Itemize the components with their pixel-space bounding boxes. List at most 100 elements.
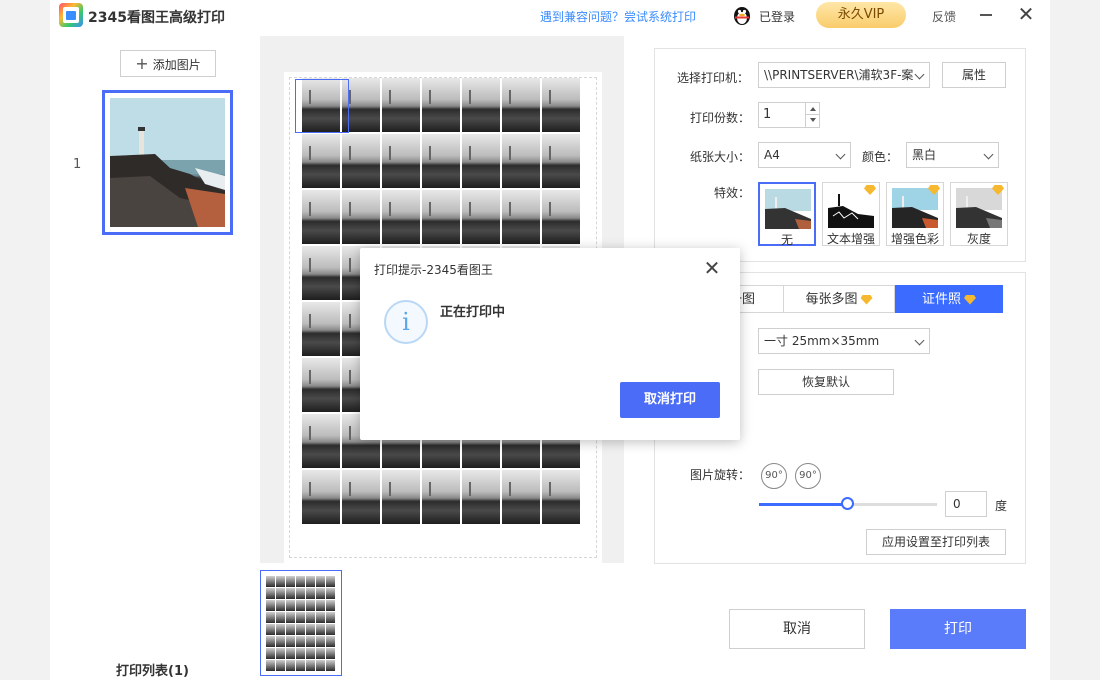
- id-photo-tile: [462, 190, 500, 244]
- rotate-label: 图片旋转：: [690, 468, 751, 482]
- mini-photo-tile: [316, 600, 325, 611]
- rotate-left-icon[interactable]: 90°: [761, 463, 787, 489]
- mini-photo-tile: [276, 648, 285, 659]
- printer-select[interactable]: \\PRINTSERVER\浦软3F-案: [758, 62, 930, 88]
- mini-photo-tile: [326, 576, 335, 587]
- effect-grayscale-label: 灰度: [966, 232, 991, 246]
- color-select[interactable]: 黑白: [906, 142, 999, 168]
- copies-stepper[interactable]: 1: [758, 102, 820, 128]
- effect-preview-gray: [956, 188, 1002, 228]
- mini-photo-tile: [316, 660, 325, 671]
- print-list-item[interactable]: [102, 90, 233, 235]
- mini-photo-tile: [306, 600, 315, 611]
- print-button[interactable]: 打印: [890, 609, 1026, 649]
- slider-handle[interactable]: [841, 497, 854, 510]
- id-photo-tile: [502, 134, 540, 188]
- id-photo-tile: [302, 78, 340, 132]
- restore-default-button[interactable]: 恢复默认: [758, 369, 894, 395]
- id-photo-tile: [302, 358, 340, 412]
- color-label: 颜色：: [862, 150, 899, 164]
- mini-photo-tile: [296, 576, 305, 587]
- id-photo-tile: [342, 470, 380, 524]
- color-value: 黑白: [912, 148, 937, 162]
- mini-photo-tile: [286, 612, 295, 623]
- id-photo-tile: [422, 78, 460, 132]
- effect-color-enhance-label: 增强色彩: [890, 232, 939, 246]
- mini-photo-tile: [296, 588, 305, 599]
- lighthouse-photo-thumbnail: [110, 98, 225, 227]
- mini-photo-tile: [316, 648, 325, 659]
- mini-photo-tile: [266, 576, 275, 587]
- id-photo-tile: [302, 302, 340, 356]
- properties-button[interactable]: 属性: [942, 62, 1006, 88]
- copies-decrease-button[interactable]: [805, 115, 819, 127]
- id-photo-tile: [302, 470, 340, 524]
- printer-settings-panel: 选择打印机： \\PRINTSERVER\浦软3F-案 属性 打印份数： 1 纸…: [654, 48, 1026, 262]
- mini-photo-tile: [326, 648, 335, 659]
- system-print-link[interactable]: 遇到兼容问题？尝试系统打印: [540, 8, 696, 25]
- mini-photo-tile: [326, 636, 335, 647]
- mini-photo-tile: [316, 576, 325, 587]
- vip-button[interactable]: 永久VIP: [816, 2, 906, 28]
- tab-multi-image[interactable]: 每张多图: [783, 285, 895, 313]
- mini-photo-tile: [306, 648, 315, 659]
- effect-preview-text: [828, 188, 874, 228]
- mini-photo-tile: [276, 576, 285, 587]
- printer-value: \\PRINTSERVER\浦软3F-案: [764, 68, 914, 82]
- tab-id-photo[interactable]: 证件照: [895, 285, 1003, 313]
- copies-label: 打印份数：: [690, 111, 751, 125]
- mini-photo-tile: [296, 660, 305, 671]
- print-list-label: 打印列表(1): [116, 664, 189, 679]
- mini-photo-tile: [276, 600, 285, 611]
- chevron-down-icon: [914, 335, 925, 346]
- rotate-right-icon[interactable]: 90°: [795, 463, 821, 489]
- id-photo-tile: [342, 134, 380, 188]
- id-photo-tile: [462, 470, 500, 524]
- add-image-button[interactable]: + 添加图片: [120, 50, 216, 77]
- id-photo-tile: [422, 134, 460, 188]
- mini-photo-tile: [276, 624, 285, 635]
- id-photo-tile: [302, 190, 340, 244]
- effect-grayscale[interactable]: 灰度: [950, 182, 1008, 246]
- minimize-button[interactable]: [976, 4, 996, 24]
- rotation-degree-input[interactable]: 0: [945, 491, 987, 517]
- id-photo-tile: [542, 190, 580, 244]
- print-window: 2345看图王高级打印 遇到兼容问题？尝试系统打印 已登录 永久VIP 反馈 ✕…: [50, 0, 1050, 680]
- id-photo-tile: [542, 78, 580, 132]
- mini-photo-tile: [286, 648, 295, 659]
- plus-icon: +: [135, 54, 149, 73]
- effect-color-enhance[interactable]: 增强色彩: [886, 182, 944, 246]
- dialog-title: 打印提示-2345看图王: [374, 263, 493, 277]
- chevron-down-icon: [835, 149, 846, 160]
- id-photo-tile: [502, 78, 540, 132]
- mini-photo-tile: [286, 660, 295, 671]
- mini-photo-tile: [286, 624, 295, 635]
- item-number: 1: [73, 157, 82, 172]
- paper-size-select[interactable]: A4: [758, 142, 851, 168]
- tab-multi-image-label: 每张多图: [805, 292, 858, 307]
- id-photo-tile: [382, 134, 420, 188]
- id-photo-size-select[interactable]: 一寸 25mm×35mm: [758, 328, 930, 354]
- effect-preview-vivid: [892, 188, 938, 228]
- mini-photo-tile: [276, 636, 285, 647]
- page-thumbnail[interactable]: [260, 570, 342, 676]
- cancel-print-button[interactable]: 取消打印: [620, 382, 720, 418]
- login-status[interactable]: 已登录: [759, 8, 795, 25]
- mini-photo-tile: [266, 636, 275, 647]
- mini-photo-grid: [266, 576, 336, 671]
- id-photo-tile: [542, 134, 580, 188]
- cancel-button[interactable]: 取消: [729, 609, 865, 649]
- premium-gem-icon: [964, 294, 976, 305]
- feedback-link[interactable]: 反馈: [932, 8, 956, 25]
- close-window-button[interactable]: ✕: [1014, 2, 1038, 26]
- dialog-close-icon[interactable]: ✕: [702, 258, 722, 278]
- effect-text-enhance[interactable]: 文本增强: [822, 182, 880, 246]
- apply-to-list-button[interactable]: 应用设置至打印列表: [866, 529, 1006, 555]
- copies-increase-button[interactable]: [805, 103, 819, 115]
- mini-photo-tile: [326, 600, 335, 611]
- effect-none-label: 无: [780, 233, 793, 247]
- title-bar: 2345看图王高级打印 遇到兼容问题？尝试系统打印 已登录 永久VIP 反馈 ✕: [50, 0, 1050, 32]
- id-photo-tile: [302, 246, 340, 300]
- effect-none[interactable]: 无: [758, 182, 816, 247]
- mini-photo-tile: [326, 588, 335, 599]
